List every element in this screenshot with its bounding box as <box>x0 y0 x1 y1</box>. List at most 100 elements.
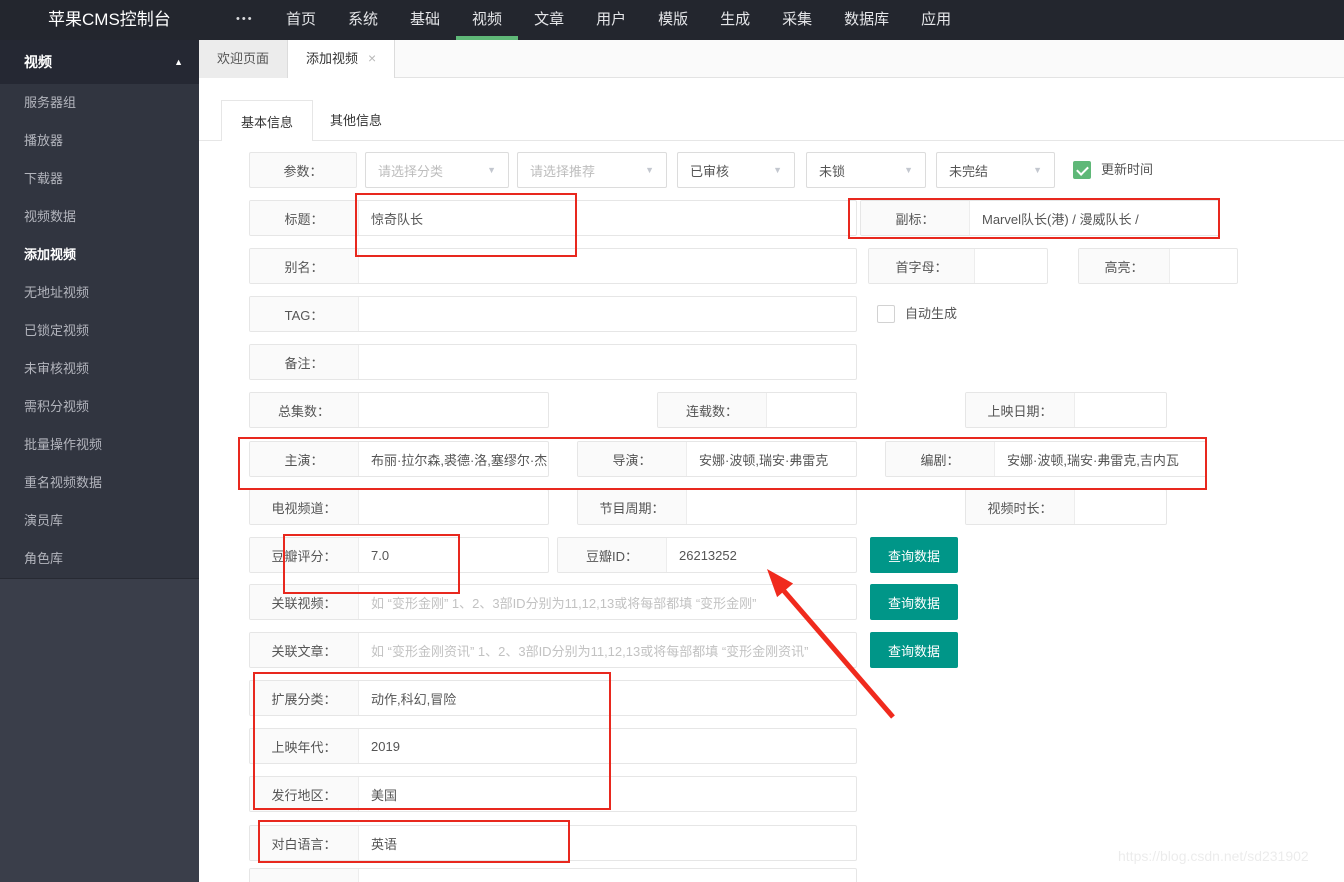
screenwriter-input[interactable]: 安娜·波顿,瑞安·弗雷克,吉内瓦 <box>995 442 1206 476</box>
initial-field: 首字母： <box>868 248 1048 284</box>
tab-other-info[interactable]: 其他信息 <box>330 100 382 141</box>
tab-add-video[interactable]: 添加视频× <box>288 40 395 78</box>
subtitle-field: 副标： Marvel队长(港) / 漫威队长 / <box>860 200 1220 236</box>
partial-bottom-input[interactable] <box>359 869 856 882</box>
top-menu-item-article[interactable]: 文章 <box>518 0 580 40</box>
serial-count-field: 连载数： <box>657 392 857 428</box>
douban-score-input[interactable]: 7.0 <box>359 538 548 572</box>
ext-category-field: 扩展分类： 动作,科幻,冒险 <box>249 680 857 716</box>
alias-input[interactable] <box>359 249 856 283</box>
collapse-menu-icon[interactable]: ••• <box>236 0 254 38</box>
total-episodes-input[interactable] <box>359 393 548 427</box>
dialog-language-input[interactable]: 英语 <box>359 826 856 860</box>
tag-input[interactable] <box>359 297 856 331</box>
query-data-button[interactable]: 查询数据 <box>870 584 958 620</box>
program-cycle-field: 节目周期： <box>577 489 857 525</box>
recommend-select[interactable]: 请选择推荐▼ <box>517 152 667 188</box>
release-year-field: 上映年代： 2019 <box>249 728 857 764</box>
close-icon[interactable]: × <box>368 50 376 66</box>
params-label: 参数： <box>249 152 357 188</box>
watermark-text: https://blog.csdn.net/sd231902 <box>1118 848 1309 864</box>
top-menu: 首页 系统 基础 视频 文章 用户 模版 生成 采集 数据库 应用 <box>270 0 967 40</box>
sidebar-item-locked-video[interactable]: 已锁定视频 <box>0 312 199 350</box>
serial-count-input[interactable] <box>767 393 856 427</box>
top-menu-item-app[interactable]: 应用 <box>905 0 967 40</box>
sidebar-item-add-video[interactable]: 添加视频 <box>0 236 199 274</box>
chevron-down-icon: ▼ <box>645 165 654 175</box>
chevron-down-icon: ▼ <box>1033 165 1042 175</box>
subtitle-input[interactable]: Marvel队长(港) / 漫威队长 / <box>970 201 1219 235</box>
starring-input[interactable]: 布丽·拉尔森,裘德·洛,塞缪尔·杰 <box>359 442 548 476</box>
initial-input[interactable] <box>975 249 1047 283</box>
sidebar-item-batch-video[interactable]: 批量操作视频 <box>0 426 199 464</box>
top-menu-item-user[interactable]: 用户 <box>580 0 642 40</box>
release-date-input[interactable] <box>1075 393 1166 427</box>
release-year-input[interactable]: 2019 <box>359 729 856 763</box>
update-time-label: 更新时间 <box>1101 152 1153 188</box>
partial-bottom-field <box>249 868 857 882</box>
top-menu-item-collect[interactable]: 采集 <box>766 0 828 40</box>
category-select[interactable]: 请选择分类▼ <box>365 152 509 188</box>
top-menu-item-generate[interactable]: 生成 <box>704 0 766 40</box>
related-article-input[interactable]: 如 “变形金刚资讯” 1、2、3部ID分别为11,12,13或将每部都填 “变形… <box>359 633 856 667</box>
sidebar-item-player[interactable]: 播放器 <box>0 122 199 160</box>
auto-generate-checkbox[interactable] <box>877 305 895 323</box>
tag-field: TAG： <box>249 296 857 332</box>
sidebar-item-role-library[interactable]: 角色库 <box>0 540 199 578</box>
starring-field: 主演： 布丽·拉尔森,裘德·洛,塞缪尔·杰 <box>249 441 549 477</box>
program-cycle-input[interactable] <box>687 490 856 524</box>
sidebar-item-server-group[interactable]: 服务器组 <box>0 84 199 122</box>
app-title: 苹果CMS控制台 <box>48 0 171 40</box>
remark-input[interactable] <box>359 345 856 379</box>
video-duration-field: 视频时长： <box>965 489 1167 525</box>
lock-status-select[interactable]: 未锁▼ <box>806 152 926 188</box>
director-field: 导演： 安娜·波顿,瑞安·弗雷克 <box>577 441 857 477</box>
chevron-up-icon: ▲ <box>174 40 183 84</box>
sidebar-item-duplicate-video[interactable]: 重名视频数据 <box>0 464 199 502</box>
tab-basic-info[interactable]: 基本信息 <box>221 100 313 141</box>
title-field: 标题： 惊奇队长 <box>249 200 857 236</box>
top-menu-item-system[interactable]: 系统 <box>332 0 394 40</box>
chevron-down-icon: ▼ <box>904 165 913 175</box>
sidebar-item-points-video[interactable]: 需积分视频 <box>0 388 199 426</box>
director-input[interactable]: 安娜·波顿,瑞安·弗雷克 <box>687 442 856 476</box>
chevron-down-icon: ▼ <box>487 165 496 175</box>
highlight-input[interactable] <box>1170 249 1237 283</box>
related-video-input[interactable]: 如 “变形金刚” 1、2、3部ID分别为11,12,13或将每部都填 “变形金刚… <box>359 585 856 619</box>
douban-id-input[interactable]: 26213252 <box>667 538 856 572</box>
sidebar-group-video[interactable]: 视频 ▲ <box>0 40 199 84</box>
form-tab-divider <box>199 140 1344 141</box>
douban-score-field: 豆瓣评分： 7.0 <box>249 537 549 573</box>
video-duration-input[interactable] <box>1075 490 1166 524</box>
total-episodes-field: 总集数： <box>249 392 549 428</box>
release-region-input[interactable]: 美国 <box>359 777 856 811</box>
sidebar-item-video-data[interactable]: 视频数据 <box>0 198 199 236</box>
update-time-checkbox[interactable] <box>1073 161 1091 179</box>
related-article-field: 关联文章： 如 “变形金刚资讯” 1、2、3部ID分别为11,12,13或将每部… <box>249 632 857 668</box>
sidebar-footer-area <box>0 578 199 882</box>
title-input[interactable]: 惊奇队长 <box>359 201 856 235</box>
release-region-field: 发行地区： 美国 <box>249 776 857 812</box>
page-tab-bar: 欢迎页面 添加视频× <box>199 40 1344 78</box>
top-menu-item-database[interactable]: 数据库 <box>828 0 905 40</box>
tv-channel-input[interactable] <box>359 490 548 524</box>
sidebar: 视频 ▲ 服务器组 播放器 下载器 视频数据 添加视频 无地址视频 已锁定视频 … <box>0 40 199 882</box>
highlight-field: 高亮： <box>1078 248 1238 284</box>
douban-id-field: 豆瓣ID： 26213252 <box>557 537 857 573</box>
query-data-button[interactable]: 查询数据 <box>870 632 958 668</box>
review-status-select[interactable]: 已审核▼ <box>677 152 795 188</box>
sidebar-item-unreviewed-video[interactable]: 未审核视频 <box>0 350 199 388</box>
dialog-language-field: 对白语言： 英语 <box>249 825 857 861</box>
finish-status-select[interactable]: 未完结▼ <box>936 152 1055 188</box>
sidebar-item-actor-library[interactable]: 演员库 <box>0 502 199 540</box>
sidebar-item-no-address-video[interactable]: 无地址视频 <box>0 274 199 312</box>
top-menu-item-video[interactable]: 视频 <box>456 0 518 40</box>
ext-category-input[interactable]: 动作,科幻,冒险 <box>359 681 856 715</box>
top-menu-item-home[interactable]: 首页 <box>270 0 332 40</box>
release-date-field: 上映日期： <box>965 392 1167 428</box>
top-menu-item-basic[interactable]: 基础 <box>394 0 456 40</box>
tab-welcome-page[interactable]: 欢迎页面 <box>199 40 288 78</box>
query-data-button[interactable]: 查询数据 <box>870 537 958 573</box>
sidebar-item-downloader[interactable]: 下载器 <box>0 160 199 198</box>
top-menu-item-template[interactable]: 模版 <box>642 0 704 40</box>
